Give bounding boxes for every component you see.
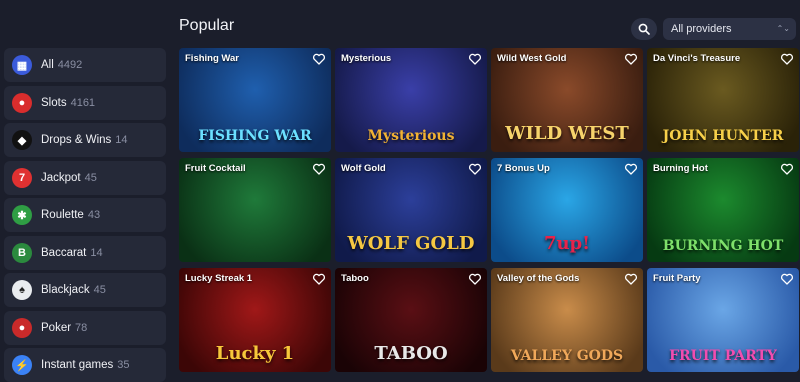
sidebar-item-label: Drops & Wins	[41, 134, 112, 146]
game-title: Mysterious	[341, 53, 392, 64]
sidebar-item-label: Instant games	[41, 359, 114, 371]
sidebar-item-all[interactable]: ▦ All 4492	[4, 48, 166, 82]
sidebar-item-count: 45	[84, 171, 97, 184]
heart-icon[interactable]	[624, 52, 638, 66]
sidebar-item-count: 4161	[70, 96, 96, 109]
cherries-icon: ●	[12, 92, 32, 113]
game-card[interactable]: Fruit Cocktail	[179, 158, 331, 262]
game-title: Da Vinci's Treasure	[653, 53, 741, 64]
game-card[interactable]: Fruit Party FRUIT PARTY	[647, 268, 799, 372]
game-card[interactable]: Wild West Gold WILD WEST	[491, 48, 643, 152]
sidebar-item-label: Slots	[41, 96, 67, 109]
sidebar-item-roulette[interactable]: ✱ Roulette 43	[4, 198, 166, 232]
sidebar-item-count: 14	[115, 134, 128, 146]
game-logo: Lucky 1	[215, 343, 295, 364]
game-card[interactable]: Lucky Streak 1 Lucky 1	[179, 268, 331, 372]
heart-icon[interactable]	[624, 272, 638, 286]
game-logo: BURNING HOT	[662, 238, 784, 254]
heart-icon[interactable]	[468, 52, 482, 66]
sidebar-item-label: Blackjack	[41, 284, 90, 296]
game-title: Wild West Gold	[497, 53, 567, 64]
sidebar-item-count: 35	[117, 359, 130, 371]
search-button[interactable]	[631, 18, 657, 40]
game-title: Fishing War	[185, 53, 240, 64]
game-logo: WOLF GOLD	[347, 233, 475, 254]
roulette-icon: ✱	[12, 205, 32, 225]
heart-icon[interactable]	[780, 272, 794, 286]
chevron-updown-icon: ⌃⌄	[776, 24, 790, 33]
game-title: Taboo	[341, 273, 369, 284]
game-card[interactable]: Fishing War FISHING WAR	[179, 48, 331, 152]
sidebar-item-label: Poker	[41, 321, 72, 334]
game-logo: FRUIT PARTY	[669, 348, 777, 364]
game-title: Burning Hot	[653, 163, 708, 174]
heart-icon[interactable]	[780, 162, 794, 176]
drops-wins-icon: ◆	[12, 130, 32, 150]
game-logo: WILD WEST	[505, 123, 629, 144]
sidebar-item-instant-games[interactable]: ⚡ Instant games 35	[4, 348, 166, 382]
heart-icon[interactable]	[624, 162, 638, 176]
game-card[interactable]: Valley of the Gods VALLEY GODS	[491, 268, 643, 372]
sidebar-item-count: 45	[93, 284, 106, 296]
poker-chip-icon: ●	[12, 317, 32, 338]
game-title: Wolf Gold	[341, 163, 386, 174]
search-icon	[638, 23, 650, 35]
game-logo: Mysterious	[367, 128, 455, 144]
game-title: Valley of the Gods	[497, 273, 580, 284]
sidebar-item-count: 4492	[57, 59, 83, 71]
sidebar-item-label: Jackpot	[41, 171, 81, 184]
baccarat-icon: B	[12, 242, 32, 263]
heart-icon[interactable]	[780, 52, 794, 66]
lightning-icon: ⚡	[12, 355, 32, 375]
page-title: Popular	[179, 17, 235, 34]
game-logo: FISHING WAR	[198, 128, 312, 144]
sidebar-item-count: 78	[75, 321, 88, 334]
game-logo: TABOO	[374, 343, 448, 364]
sidebar-item-count: 14	[90, 246, 103, 259]
sidebar-item-label: All	[41, 59, 54, 71]
jackpot-777-icon: 7	[12, 167, 32, 188]
game-logo: VALLEY GODS	[510, 348, 624, 364]
game-title: Fruit Party	[653, 273, 701, 284]
heart-icon[interactable]	[468, 162, 482, 176]
sidebar-item-jackpot[interactable]: 7 Jackpot 45	[4, 160, 166, 195]
heart-icon[interactable]	[312, 272, 326, 286]
sidebar-item-label: Roulette	[41, 209, 84, 221]
heart-icon[interactable]	[312, 162, 326, 176]
game-card[interactable]: Da Vinci's Treasure JOHN HUNTER	[647, 48, 799, 152]
game-card[interactable]: Taboo TABOO	[335, 268, 487, 372]
provider-select[interactable]: All providers ⌃⌄	[663, 18, 796, 40]
game-card[interactable]: Mysterious Mysterious	[335, 48, 487, 152]
heart-icon[interactable]	[312, 52, 326, 66]
game-card[interactable]: Burning Hot BURNING HOT	[647, 158, 799, 262]
sidebar-item-blackjack[interactable]: ♠ Blackjack 45	[4, 273, 166, 307]
game-title: Lucky Streak 1	[185, 273, 253, 284]
game-title: Fruit Cocktail	[185, 163, 246, 174]
sidebar-item-poker[interactable]: ● Poker 78	[4, 310, 166, 345]
sidebar-item-count: 43	[87, 209, 101, 221]
heart-icon[interactable]	[468, 272, 482, 286]
game-title: 7 Bonus Up	[497, 163, 550, 174]
game-card[interactable]: Wolf Gold WOLF GOLD	[335, 158, 487, 262]
sidebar-item-slots[interactable]: ● Slots 4161	[4, 85, 166, 120]
sidebar-item-label: Baccarat	[41, 246, 87, 259]
game-logo: JOHN HUNTER	[662, 128, 784, 144]
games-grid: Fishing War FISHING WAR Mysterious Mysterio…	[179, 48, 799, 372]
sidebar-item-drops-wins[interactable]: ◆ Drops & Wins 14	[4, 123, 166, 157]
sidebar-item-baccarat[interactable]: B Baccarat 14	[4, 235, 166, 270]
category-sidebar: ▦ All 4492 ● Slots 4161 ◆ Drops & Wins 14 7 Jackpo…	[0, 0, 170, 382]
game-card[interactable]: 7 Bonus Up 7up!	[491, 158, 643, 262]
provider-select-value: All providers	[671, 23, 732, 35]
all-grid-icon: ▦	[12, 55, 32, 75]
cards-icon: ♠	[12, 280, 32, 300]
game-logo: 7up!	[543, 233, 591, 254]
main-content: Popular All providers ⌃⌄ Fishing War FISH…	[176, 0, 800, 378]
